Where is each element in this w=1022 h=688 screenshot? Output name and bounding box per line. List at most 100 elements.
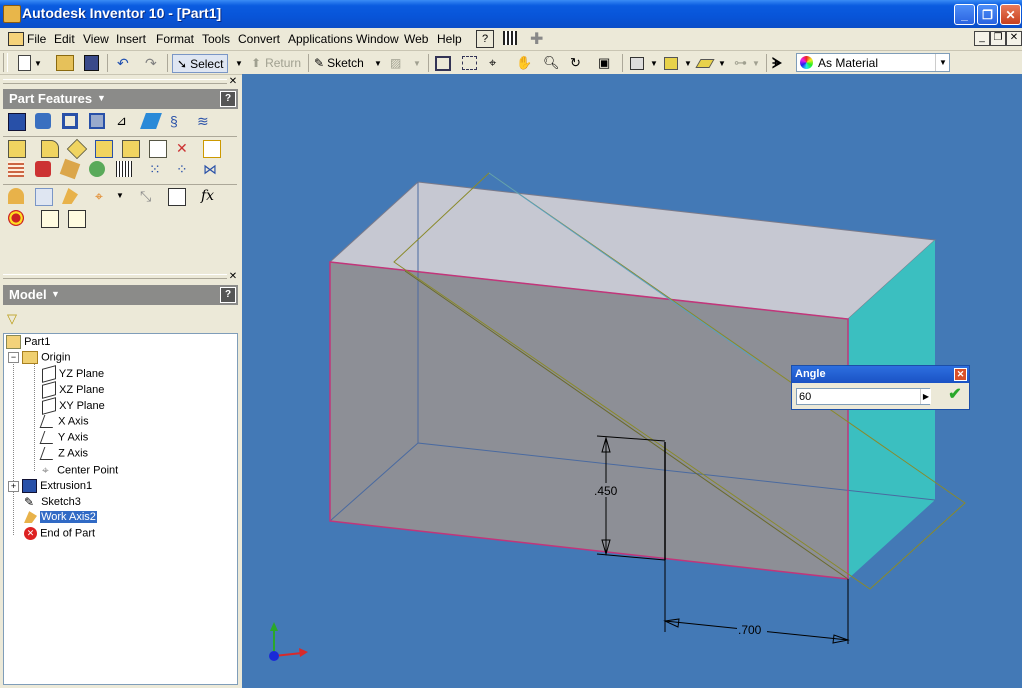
angle-dialog-close-icon[interactable]: ✕ (954, 368, 967, 381)
doc-minimize-button[interactable]: _ (974, 31, 990, 46)
update-dropdown-chevron-icon[interactable]: ▼ (413, 54, 421, 72)
menu-web[interactable]: Web (404, 32, 428, 46)
tree-node-sketch[interactable]: ✎ Sketch3 (24, 495, 81, 509)
tree-node-xz-plane[interactable]: XZ Plane (42, 381, 104, 399)
whats-this-icon[interactable]: ? (476, 30, 494, 48)
ground-shadow-icon[interactable] (695, 54, 715, 72)
work-point-icon[interactable]: ⌖ (95, 188, 111, 204)
pattern-dots-icon[interactable]: ⁘ (176, 161, 192, 177)
work-point-dropdown-chevron-icon[interactable]: ▼ (116, 188, 132, 204)
derived-component-icon[interactable] (89, 161, 105, 177)
menu-help[interactable]: Help (437, 32, 462, 46)
angle-dialog-titlebar[interactable]: Angle ✕ (792, 366, 969, 383)
doc-close-button[interactable]: ✕ (1006, 31, 1022, 46)
rotate-icon[interactable]: ↻ (570, 54, 581, 72)
info-icon[interactable] (68, 210, 86, 228)
sketch-button[interactable]: ✎ Sketch (314, 54, 364, 72)
tree-node-end-of-part[interactable]: ✕ End of Part (24, 527, 95, 540)
menu-format[interactable]: Format (156, 32, 194, 46)
split-icon[interactable] (122, 140, 140, 158)
menu-tools[interactable]: Tools (202, 32, 230, 46)
display-mode-dropdown-chevron-icon[interactable]: ▼ (650, 54, 658, 72)
apply-check-icon[interactable]: ✔ (946, 386, 964, 404)
thicken-icon[interactable] (8, 161, 24, 177)
zoom-selected-icon[interactable]: 🔍︎ (543, 54, 560, 72)
menu-applications[interactable]: Applications (288, 32, 353, 46)
sketch-dropdown-chevron-icon[interactable]: ▼ (374, 54, 382, 72)
tree-node-origin[interactable]: − Origin (8, 351, 70, 364)
tree-node-x-axis[interactable]: X Axis (39, 415, 89, 428)
parameters-icon[interactable]: fx (201, 188, 217, 204)
save-icon[interactable] (84, 54, 99, 72)
move-face-icon[interactable] (149, 140, 167, 158)
revolve-icon[interactable] (35, 113, 51, 129)
zoom-window-icon[interactable] (462, 54, 477, 72)
part-features-close-icon[interactable]: ✕ (228, 77, 238, 87)
zoom-all-icon[interactable] (435, 54, 451, 72)
design-tree-icon[interactable]: ⊶ (734, 54, 747, 72)
circular-pattern-icon[interactable]: ⁙ (149, 161, 165, 177)
new-icon[interactable] (18, 54, 31, 72)
thread-icon[interactable] (8, 140, 26, 158)
fillet-icon[interactable] (41, 140, 59, 158)
close-button[interactable]: ✕ (1000, 4, 1021, 25)
update-icon[interactable]: ▨ (390, 54, 401, 72)
display-mode-icon[interactable] (630, 54, 644, 72)
new-dropdown-chevron-icon[interactable]: ▼ (34, 54, 42, 72)
menu-convert[interactable]: Convert (238, 32, 280, 46)
tree-node-part[interactable]: Part1 (6, 335, 50, 349)
design-doctor-icon[interactable]: ᗘ (772, 54, 782, 72)
angle-arrow-icon[interactable]: ▶ (920, 389, 931, 404)
angle-input[interactable] (796, 388, 930, 405)
model-close-icon[interactable]: ✕ (228, 272, 238, 282)
tree-node-y-axis[interactable]: Y Axis (39, 431, 88, 444)
redo-icon[interactable]: ↷ (145, 54, 157, 72)
tree-node-extrusion[interactable]: + Extrusion1 (8, 479, 92, 493)
model-header[interactable]: Model ▼ ? (3, 285, 238, 305)
calculator-icon[interactable] (503, 31, 517, 45)
material-dropdown-chevron-icon[interactable]: ▼ (935, 54, 950, 71)
shaded-dropdown-chevron-icon[interactable]: ▼ (684, 54, 692, 72)
tree-node-work-axis[interactable]: Work Axis2 (24, 511, 97, 524)
extrude-icon[interactable] (8, 113, 26, 131)
doc-restore-button[interactable]: ❐ (990, 31, 1006, 46)
decal-icon[interactable] (59, 158, 81, 180)
select-dropdown-chevron-icon[interactable]: ▼ (235, 54, 243, 72)
collapse-icon[interactable]: − (8, 352, 19, 363)
menu-window[interactable]: Window (356, 32, 399, 46)
inventor-app-icon[interactable] (3, 5, 21, 23)
coil-icon[interactable]: ≋ (197, 113, 213, 129)
open-icon[interactable] (56, 54, 74, 72)
look-at-icon[interactable]: ▣ (598, 54, 610, 72)
part-features-header[interactable]: Part Features ▼ ? (3, 89, 238, 109)
maximize-button[interactable]: ❐ (977, 4, 998, 25)
dimension-700-label[interactable]: .700 (738, 623, 762, 637)
menu-view[interactable]: View (83, 32, 109, 46)
document-icon[interactable] (8, 32, 24, 46)
replace-face-icon[interactable] (203, 140, 221, 158)
emboss-icon[interactable] (35, 161, 51, 177)
work-plane-icon[interactable] (62, 188, 78, 204)
zoom-icon[interactable]: ⌖ (489, 54, 496, 72)
loft-icon[interactable] (140, 113, 162, 129)
rib-icon[interactable]: ⊿ (116, 113, 132, 129)
select-button[interactable]: ➘ Select (172, 54, 229, 73)
part-features-help-icon[interactable]: ? (220, 91, 236, 107)
tree-node-xy-plane[interactable]: XY Plane (42, 397, 105, 415)
model-help-icon[interactable]: ? (220, 287, 236, 303)
ucs-icon[interactable]: ⤡ (140, 188, 156, 204)
menu-file[interactable]: File (27, 32, 46, 46)
shaded-display-icon[interactable] (664, 54, 678, 72)
face-draft-icon[interactable] (95, 140, 113, 158)
return-button[interactable]: ⬆ Return (251, 54, 301, 72)
mirror-icon[interactable]: ⋈ (203, 161, 219, 177)
ground-shadow-dropdown-chevron-icon[interactable]: ▼ (718, 54, 726, 72)
rectangular-pattern-icon[interactable] (116, 161, 132, 177)
hole-icon[interactable] (62, 113, 78, 129)
expand-icon[interactable]: + (8, 480, 19, 492)
delete-face-icon[interactable]: ✕ (176, 140, 192, 156)
tree-node-z-axis[interactable]: Z Axis (39, 447, 88, 460)
plus-icon[interactable]: ✚ (530, 29, 543, 49)
show-manipulators-icon[interactable] (41, 210, 59, 228)
minimize-button[interactable]: _ (954, 4, 975, 25)
